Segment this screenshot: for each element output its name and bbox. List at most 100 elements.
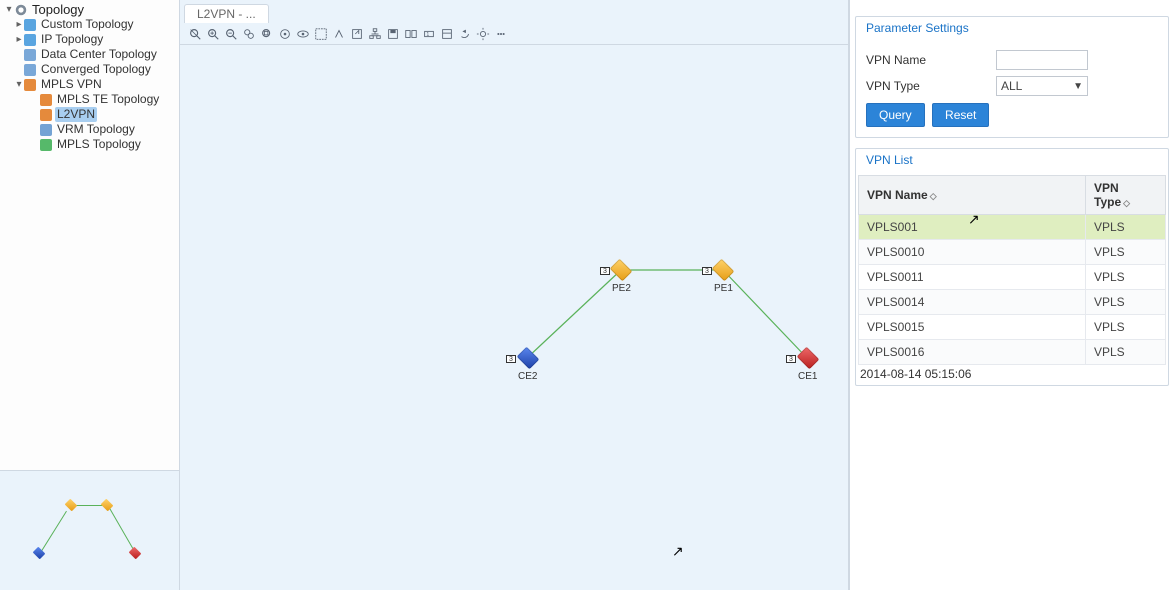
table-row[interactable]: VPLS0011VPLS [859,265,1166,290]
cell-vpn-name: VPLS0014 [859,290,1086,315]
tree-node-icon [40,139,52,151]
tree-item-label: MPLS VPN [39,77,104,92]
zoom-out-icon[interactable] [222,25,240,43]
device-icon [712,259,735,282]
device-icon [516,347,539,370]
tree-item-ip-topology[interactable]: ▸ IP Topology [4,32,179,47]
cell-vpn-name: VPLS0010 [859,240,1086,265]
table-row[interactable]: VPLS0016VPLS [859,340,1166,365]
tree-node-icon [40,124,52,136]
device-icon [610,259,633,282]
layout-icon[interactable] [330,25,348,43]
cell-vpn-type: VPLS [1086,340,1166,365]
tree-item-label: Custom Topology [39,17,136,32]
node-pe1[interactable]: 3PE1 [714,263,733,294]
pan-icon[interactable] [276,25,294,43]
vpn-type-label: VPN Type [866,79,996,93]
vpn-name-label: VPN Name [866,53,996,67]
eye-toggle-icon[interactable] [294,25,312,43]
device-icon [796,347,819,370]
hierarchy-icon[interactable] [366,25,384,43]
minimap-node [65,499,78,512]
col-vpn-type[interactable]: VPN Type◇ [1086,176,1166,215]
node-ce1[interactable]: 3CE1 [798,351,817,382]
minimap-panel[interactable] [0,470,179,590]
minimap-edge [108,505,135,551]
sort-icon: ◇ [930,191,937,201]
vpn-type-select[interactable]: ALL ▼ [996,76,1088,96]
query-button[interactable]: Query [866,103,925,127]
tree-node-icon [40,94,52,106]
table-row[interactable]: VPLS0014VPLS [859,290,1166,315]
tree-node-icon [24,64,36,76]
expand-toggle-icon[interactable]: ▾ [4,2,14,17]
tree-item-custom-topology[interactable]: ▸ Custom Topology [4,17,179,32]
vpn-list-header: VPN List [856,149,1168,175]
node-badge: 3 [600,267,610,275]
cell-vpn-type: VPLS [1086,240,1166,265]
reset-button[interactable]: Reset [932,103,989,127]
caret-down-icon: ▼ [1073,81,1083,92]
side-panel: Parameter Settings VPN Name VPN Type ALL… [849,0,1174,590]
save-icon[interactable] [384,25,402,43]
cell-vpn-type: VPLS [1086,215,1166,240]
vpn-list-table[interactable]: VPN Name◇ VPN Type◇ VPLS001VPLSVPLS0010V… [858,175,1166,365]
minimap-edge [40,511,67,554]
tree-item-label: IP Topology [39,32,105,47]
node-ce2[interactable]: 3CE2 [518,351,537,382]
topology-canvas[interactable]: 3PE23PE13CE23CE1↖ [180,45,848,590]
tree-root-topology[interactable]: ▾ Topology [4,2,179,17]
node-pe2[interactable]: 3PE2 [612,263,631,294]
reset-view-icon[interactable] [186,25,204,43]
export-icon[interactable] [348,25,366,43]
cell-vpn-type: VPLS [1086,290,1166,315]
cell-vpn-type: VPLS [1086,265,1166,290]
tree-item-label: VRM Topology [55,122,137,137]
badge-icon[interactable]: 1 [420,25,438,43]
expand-toggle-icon[interactable]: ▸ [14,17,24,32]
tree-node-icon [24,19,36,31]
cell-vpn-name: VPLS0016 [859,340,1086,365]
tree-item-mpls-vpn[interactable]: ▾ MPLS VPN [4,77,179,92]
cell-vpn-name: VPLS0011 [859,265,1086,290]
navigation-sidebar: ▾ Topology ▸ Custom Topology ▸ IP TopologyDat… [0,0,180,590]
expand-toggle-icon[interactable]: ▸ [14,32,24,47]
zoom-fit-icon[interactable] [240,25,258,43]
config-icon[interactable] [438,25,456,43]
table-row[interactable]: VPLS0010VPLS [859,240,1166,265]
edge-ce2-pe2[interactable] [527,270,621,358]
tree-item-mpls-te-topology[interactable]: MPLS TE Topology [4,92,179,107]
table-row[interactable]: VPLS0015VPLS [859,315,1166,340]
vpn-name-input[interactable] [996,50,1088,70]
tree-item-data-center-topology[interactable]: Data Center Topology [4,47,179,62]
cell-vpn-name: VPLS001 [859,215,1086,240]
tab-l2vpn[interactable]: L2VPN - ... [184,4,269,23]
expand-toggle-icon[interactable]: ▾ [14,77,24,92]
tree-item-mpls-topology[interactable]: MPLS Topology [4,137,179,152]
node-label: PE1 [714,283,733,294]
table-row[interactable]: VPLS001VPLS [859,215,1166,240]
settings-icon[interactable] [474,25,492,43]
tree-item-l2vpn[interactable]: L2VPN [4,107,179,122]
tree-node-icon [24,79,36,91]
zoom-region-icon[interactable] [258,25,276,43]
main-area: L2VPN - ... 1 3PE23PE13CE23CE1↖ [180,0,849,590]
node-label: CE2 [518,371,537,382]
refresh-icon[interactable] [456,25,474,43]
col-vpn-name[interactable]: VPN Name◇ [859,176,1086,215]
canvas-toolbar: 1 [180,23,848,45]
tree-item-label: Topology [30,2,86,17]
node-label: CE1 [798,371,817,382]
minimap-node [101,499,114,512]
tree-item-label: MPLS Topology [55,137,143,152]
tab-strip: L2VPN - ... [180,0,848,23]
edge-pe1-ce1[interactable] [723,270,807,358]
node-badge: 3 [786,355,796,363]
zoom-in-icon[interactable] [204,25,222,43]
node-badge: 3 [702,267,712,275]
more-icon[interactable] [492,25,510,43]
select-all-icon[interactable] [312,25,330,43]
tree-item-vrm-topology[interactable]: VRM Topology [4,122,179,137]
tree-item-converged-topology[interactable]: Converged Topology [4,62,179,77]
group-icon[interactable] [402,25,420,43]
